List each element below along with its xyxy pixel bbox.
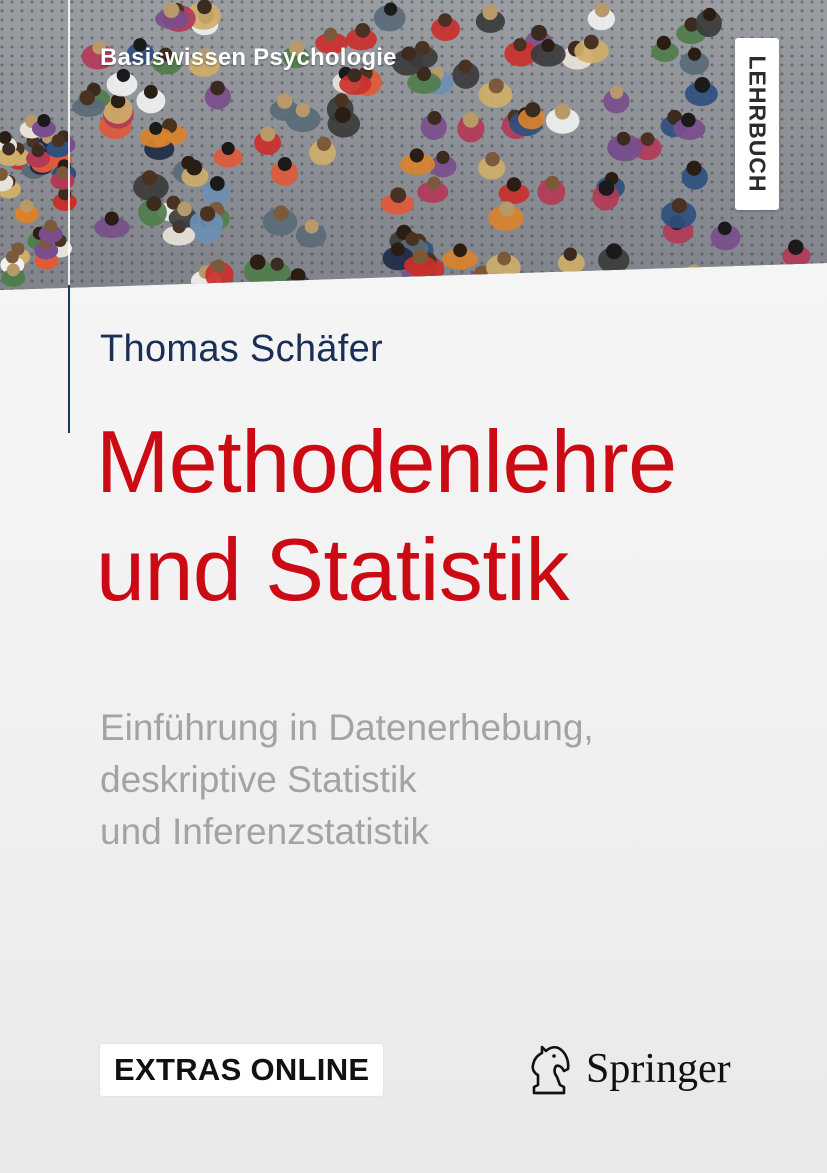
series-name: Basiswissen Psychologie bbox=[100, 44, 397, 71]
book-subtitle: Einführung in Datenerhebung, deskriptive… bbox=[100, 702, 740, 858]
series-divider-line bbox=[68, 0, 70, 300]
crowd-person bbox=[676, 264, 711, 290]
crowd-person bbox=[213, 141, 243, 168]
book-title: Methodenlehre und Statistik bbox=[96, 408, 796, 624]
crowd-person bbox=[133, 170, 169, 201]
crowd-person bbox=[710, 221, 741, 251]
crowd-person bbox=[457, 111, 485, 143]
crowd-person bbox=[684, 77, 718, 107]
crowd-person bbox=[537, 175, 566, 205]
crowd-person bbox=[603, 85, 630, 114]
springer-horse-icon bbox=[531, 1045, 570, 1095]
crowd-person bbox=[373, 2, 406, 32]
crowd-person bbox=[452, 59, 480, 89]
crowd-person bbox=[254, 126, 282, 155]
subtitle-line-2: deskriptive Statistik bbox=[100, 759, 417, 800]
crowd-person bbox=[106, 68, 138, 97]
crowd-person bbox=[14, 199, 39, 224]
crowd-person bbox=[380, 187, 415, 215]
crowd-person bbox=[478, 151, 506, 180]
crowd-person bbox=[518, 102, 545, 130]
lehrbuch-badge: LEHRBUCH bbox=[735, 38, 779, 210]
crowd-person bbox=[262, 205, 298, 236]
crowd-person bbox=[138, 196, 167, 227]
crowd-person bbox=[38, 219, 63, 244]
crowd-person bbox=[93, 211, 130, 239]
subtitle-line-1: Einführung in Datenerhebung, bbox=[100, 707, 594, 748]
crowd-person bbox=[651, 35, 679, 62]
crowd-person bbox=[661, 198, 697, 229]
crowd-person bbox=[557, 247, 585, 274]
crowd-person bbox=[681, 160, 708, 190]
title-line-1: Methodenlehre bbox=[96, 412, 677, 511]
extras-online-badge: EXTRAS ONLINE bbox=[100, 1044, 384, 1096]
author-name: Thomas Schäfer bbox=[100, 328, 383, 370]
crowd-person bbox=[598, 243, 630, 274]
crowd-person bbox=[488, 201, 524, 231]
crowd-person bbox=[679, 47, 710, 75]
crowd-person bbox=[270, 157, 299, 186]
crowd-person bbox=[475, 4, 505, 33]
crowd-person bbox=[574, 34, 609, 64]
publisher-logo: Springer bbox=[524, 1038, 731, 1100]
crowd-person bbox=[695, 7, 722, 38]
crowd-person bbox=[478, 78, 513, 108]
book-cover: Basiswissen Psychologie LEHRBUCH Thomas … bbox=[0, 0, 827, 1173]
author-divider-line bbox=[68, 285, 70, 433]
crowd-person bbox=[782, 239, 811, 267]
crowd-person bbox=[587, 2, 615, 31]
crowd-person bbox=[417, 176, 449, 203]
crowd-person bbox=[442, 243, 478, 270]
crowd-person bbox=[52, 187, 77, 211]
title-line-2: und Statistik bbox=[96, 520, 569, 619]
crowd-person bbox=[205, 259, 234, 289]
crowd-person bbox=[136, 84, 166, 114]
crowd-person bbox=[431, 13, 460, 42]
crowd-person bbox=[243, 254, 273, 285]
crowd-person bbox=[545, 103, 580, 134]
crowd-person bbox=[204, 80, 232, 110]
crowd-person bbox=[486, 251, 521, 282]
publisher-name: Springer bbox=[586, 1046, 731, 1092]
subtitle-line-3: und Inferenzstatistik bbox=[100, 811, 430, 852]
lehrbuch-label: LEHRBUCH bbox=[744, 55, 771, 193]
crowd-person bbox=[400, 148, 436, 175]
crowd-person bbox=[498, 177, 530, 204]
crowd-person bbox=[309, 136, 336, 166]
crowd-person bbox=[295, 219, 327, 248]
crowd-person bbox=[607, 132, 643, 162]
crowd-person bbox=[420, 110, 447, 140]
